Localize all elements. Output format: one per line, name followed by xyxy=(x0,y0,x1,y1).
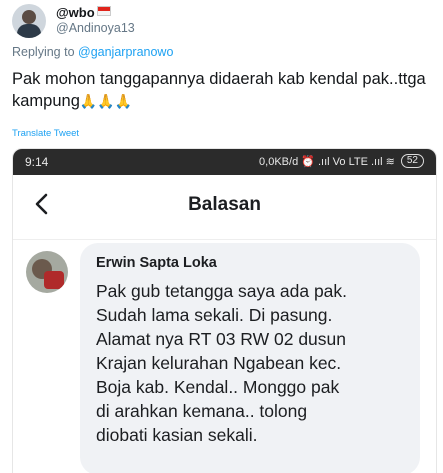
display-name[interactable]: @wbo xyxy=(56,5,111,20)
screen-title: Balasan xyxy=(188,194,261,215)
status-time: 9:14 xyxy=(25,155,49,169)
message-bubble: Erwin Sapta Loka Pak gub tetangga saya a… xyxy=(80,243,420,473)
folded-hands-icon: 🙏🙏🙏 xyxy=(79,93,133,109)
translate-tweet-link[interactable]: Translate Tweet xyxy=(12,128,79,139)
sender-name: Erwin Sapta Loka xyxy=(96,255,217,271)
user-avatar[interactable] xyxy=(12,4,46,38)
flag-icon xyxy=(96,6,111,16)
user-handle[interactable]: @Andinoya13 xyxy=(56,21,135,35)
replying-to-link[interactable]: @ganjarpranowo xyxy=(78,45,173,59)
avatar-head xyxy=(22,10,36,24)
replying-to: Replying to @ganjarpranowo xyxy=(12,45,174,59)
network-status: 0,0KB/d ⏰ .ııl Vo LTE .ııl ≋ xyxy=(259,155,395,168)
sender-avatar xyxy=(26,251,68,293)
avatar-shape xyxy=(44,271,64,289)
status-indicators: 0,0KB/d ⏰ .ııl Vo LTE .ııl ≋ 52 xyxy=(259,154,424,168)
tweet-text: Pak mohon tanggapannya didaerah kab kend… xyxy=(12,70,426,110)
phone-status-bar: 9:14 0,0KB/d ⏰ .ııl Vo LTE .ııl ≋ 52 xyxy=(13,149,436,175)
message-text: Pak gub tetangga saya ada pak. Sudah lam… xyxy=(96,281,348,445)
screenshot-image[interactable]: 9:14 0,0KB/d ⏰ .ııl Vo LTE .ııl ≋ 52 Bal… xyxy=(12,148,437,473)
app-bar: Balasan xyxy=(13,175,436,240)
avatar-body xyxy=(17,24,41,38)
battery-icon: 52 xyxy=(400,154,424,168)
